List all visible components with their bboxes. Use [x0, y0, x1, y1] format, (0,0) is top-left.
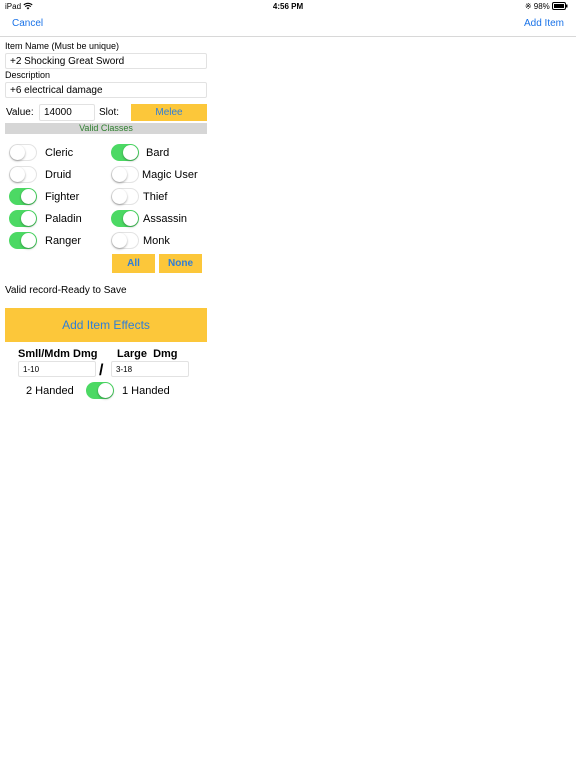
cleric-label: Cleric: [45, 147, 74, 159]
toggle-knob: [112, 233, 127, 248]
druid-label: Druid: [45, 169, 72, 181]
small-medium-damage-label: Smll/Mdm Dmg: [18, 348, 98, 360]
assassin-toggle[interactable]: [111, 210, 139, 227]
toggle-knob: [112, 167, 127, 182]
toggle-knob: [10, 145, 25, 160]
ranger-toggle[interactable]: [9, 232, 37, 249]
toggle-knob: [10, 167, 25, 182]
description-field[interactable]: +6 electrical damage: [5, 82, 207, 98]
monk-toggle[interactable]: [111, 232, 139, 249]
damage-separator: /: [99, 362, 104, 379]
ranger-label: Ranger: [45, 235, 82, 247]
description-label: Description: [5, 70, 51, 80]
add-item-effects-button[interactable]: Add Item Effects: [5, 308, 207, 342]
cleric-toggle[interactable]: [9, 144, 37, 161]
two-handed-label: 2 Handed: [26, 385, 74, 397]
validation-message: Valid record-Ready to Save: [5, 285, 127, 296]
slot-label: Slot:: [99, 107, 120, 118]
thief-toggle[interactable]: [111, 188, 139, 205]
magic-user-toggle[interactable]: [111, 166, 139, 183]
item-name-field[interactable]: +2 Shocking Great Sword: [5, 53, 207, 69]
status-right: ※ 98%: [525, 2, 568, 11]
toggle-knob: [123, 211, 138, 226]
battery-icon: [552, 2, 568, 10]
value-field[interactable]: 14000: [39, 104, 95, 121]
one-handed-label: 1 Handed: [122, 385, 170, 397]
magic-user-label: Magic User: [142, 169, 198, 181]
valid-classes-header: Valid Classes: [5, 123, 207, 134]
cancel-button[interactable]: Cancel: [12, 18, 43, 29]
bard-toggle[interactable]: [111, 144, 139, 161]
toggle-knob: [21, 211, 36, 226]
bard-label: Bard: [146, 147, 170, 159]
bluetooth-icon: ※: [524, 2, 532, 11]
fighter-label: Fighter: [45, 191, 80, 203]
large-damage-label: Large Dmg: [117, 348, 178, 360]
paladin-toggle[interactable]: [9, 210, 37, 227]
add-item-button[interactable]: Add Item: [524, 18, 564, 29]
large-damage-field[interactable]: 3-18: [111, 361, 189, 377]
status-bar: iPad 4:56 PM ※ 98%: [0, 0, 576, 14]
assassin-label: Assassin: [143, 213, 188, 225]
item-name-label: Item Name (Must be unique): [5, 41, 120, 51]
value-label: Value:: [6, 107, 34, 118]
toggle-knob: [21, 233, 36, 248]
navigation-bar: Cancel Add Item: [0, 14, 576, 37]
slot-selector-button[interactable]: Melee: [131, 104, 207, 121]
toggle-knob: [98, 383, 113, 398]
druid-toggle[interactable]: [9, 166, 37, 183]
toggle-knob: [112, 189, 127, 204]
handedness-toggle[interactable]: [86, 382, 114, 399]
select-none-button[interactable]: None: [159, 254, 202, 273]
battery-percent: 98%: [533, 2, 550, 11]
small-medium-damage-field[interactable]: 1-10: [18, 361, 96, 377]
monk-label: Monk: [143, 235, 170, 247]
select-all-button[interactable]: All: [112, 254, 155, 273]
thief-label: Thief: [143, 191, 168, 203]
toggle-knob: [21, 189, 36, 204]
paladin-label: Paladin: [45, 213, 82, 225]
status-time: 4:56 PM: [272, 2, 304, 11]
toggle-knob: [123, 145, 138, 160]
fighter-toggle[interactable]: [9, 188, 37, 205]
